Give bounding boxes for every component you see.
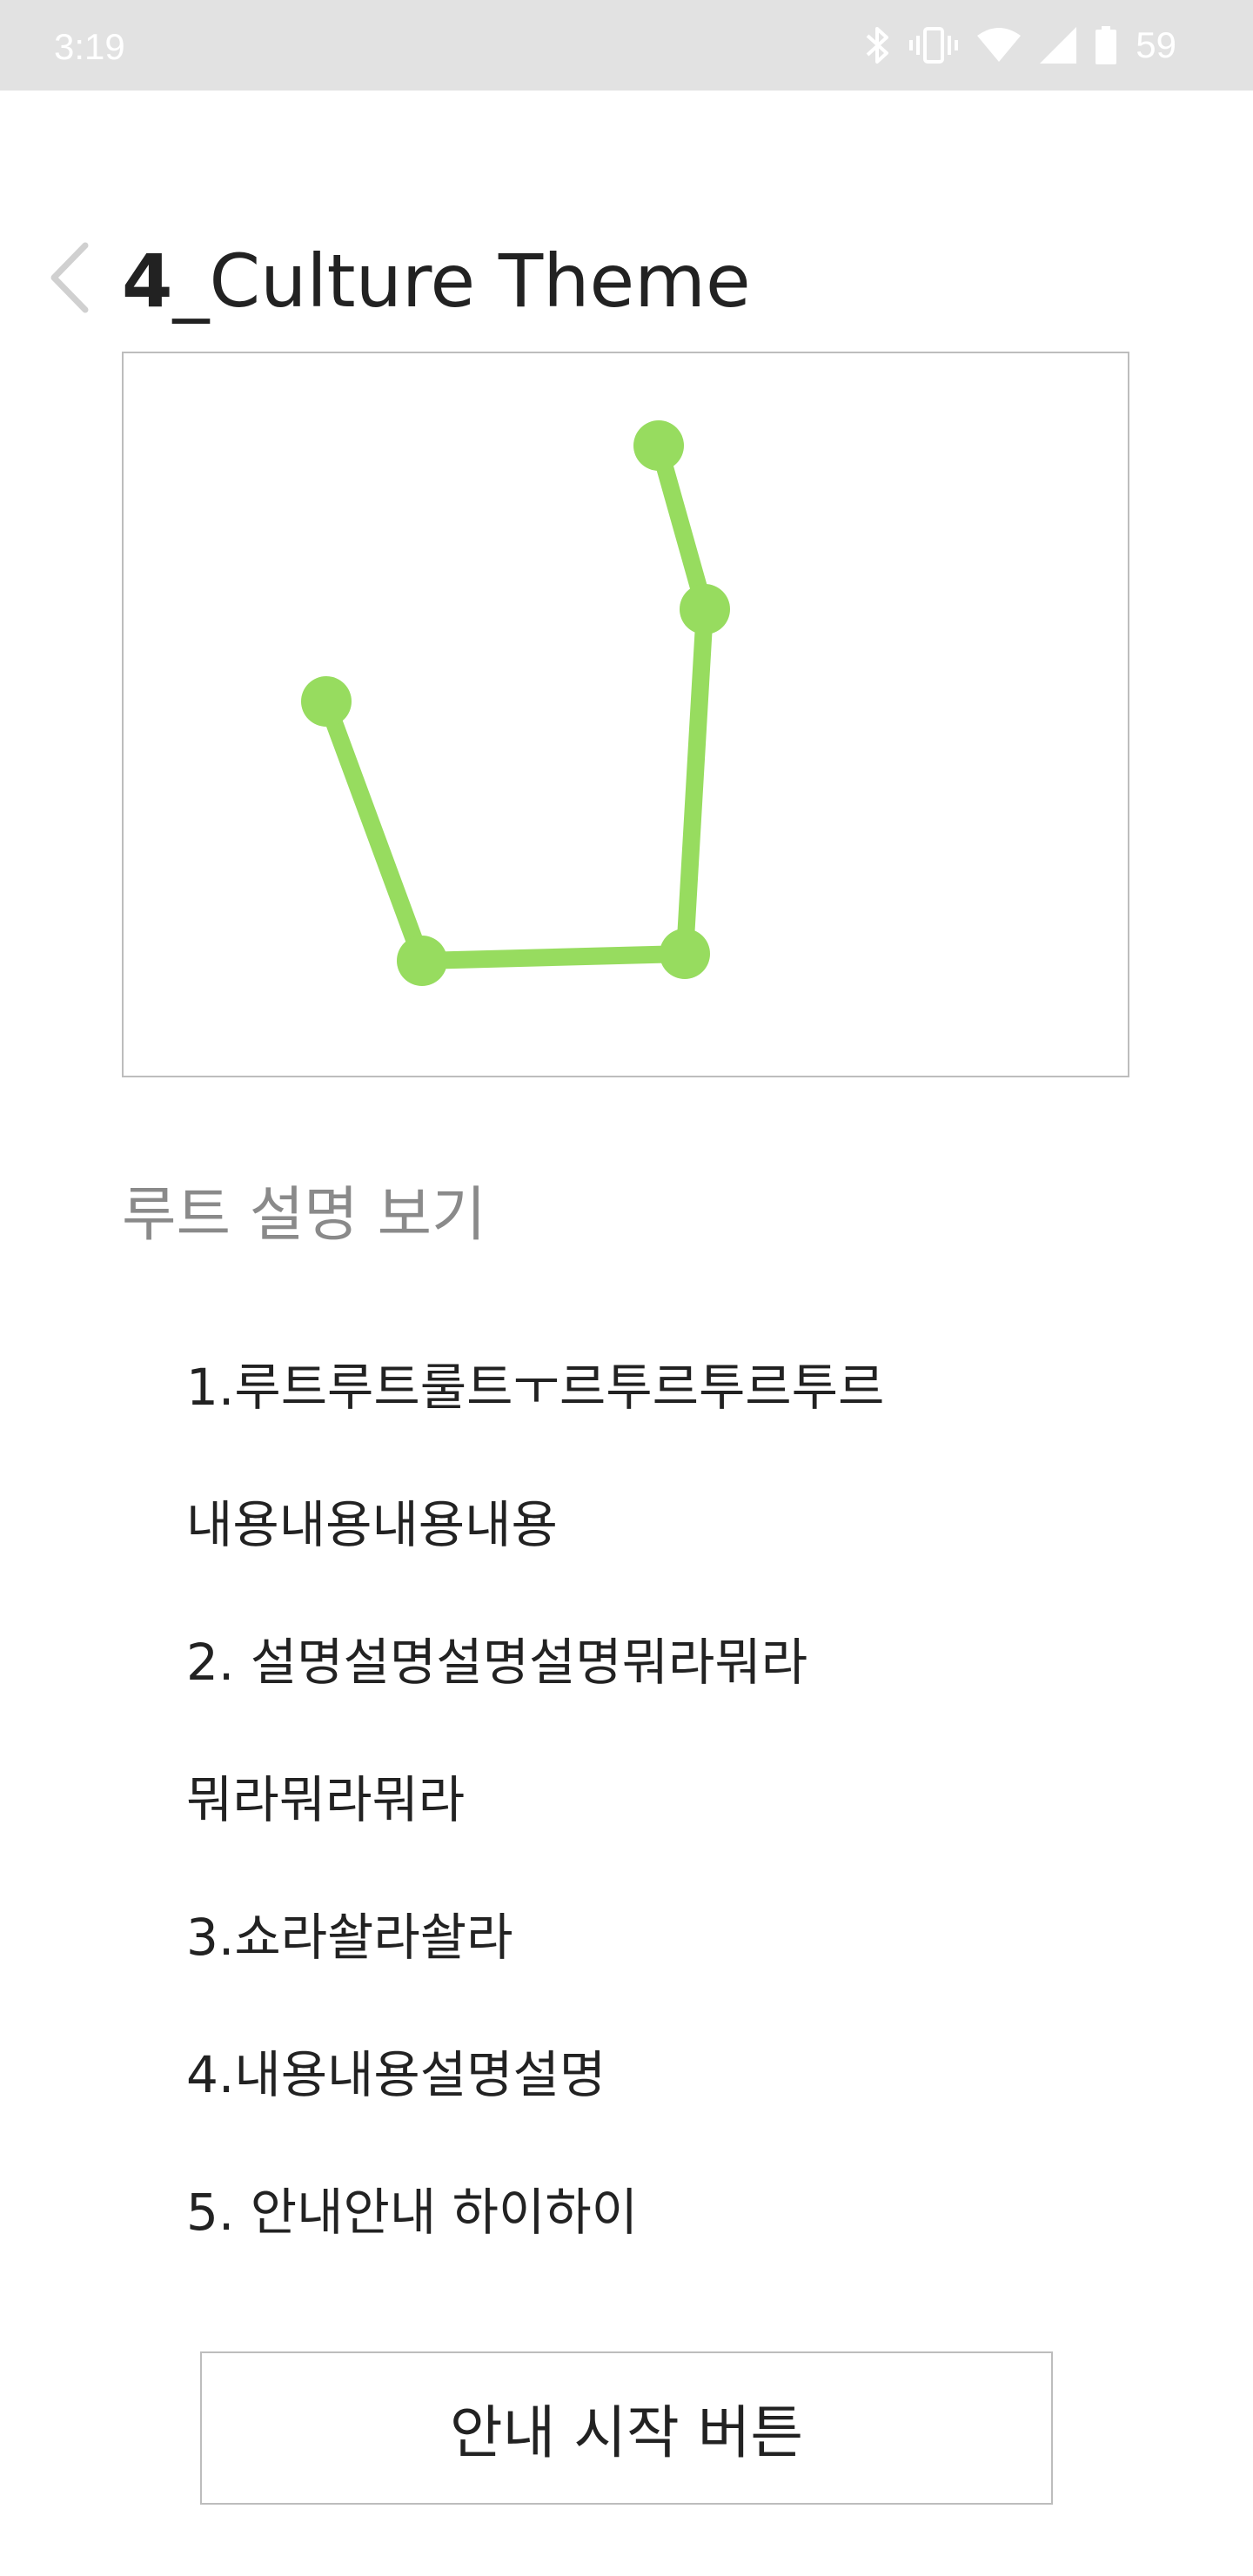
battery-percent: 59 [1136, 24, 1176, 65]
list-item: 2. 설명설명설명설명뭐라뭐라 [186, 1633, 808, 1692]
chevron-left-icon [45, 242, 97, 320]
route-map-canvas [301, 420, 730, 986]
signal-icon [1040, 27, 1077, 64]
list-item: 5. 안내안내 하이하이 [186, 2183, 639, 2242]
vibrate-icon [909, 25, 959, 65]
list-item: 3.쇼라솰라솰라 [186, 1908, 513, 1967]
status-time: 3:19 [54, 26, 125, 67]
route-point-3 [660, 929, 710, 979]
route-description-heading: 루트 설명 보기 [122, 1181, 486, 1250]
page-title-text: _Culture Theme [172, 238, 751, 324]
route-point-4 [680, 584, 730, 634]
back-button[interactable] [45, 238, 97, 317]
route-point-2 [397, 936, 447, 986]
wifi-icon [977, 27, 1022, 64]
route-point-1 [301, 676, 352, 727]
status-icons: 59 [864, 23, 1176, 68]
page-title-number: 4 [122, 238, 173, 324]
status-bar: 3:19 59 [0, 0, 1253, 91]
route-point-5 [633, 420, 684, 471]
start-guide-button-label: 안내 시작 버튼 [449, 2399, 804, 2466]
route-path [301, 420, 730, 986]
battery-icon [1096, 26, 1117, 64]
start-guide-button[interactable]: 안내 시작 버튼 [200, 2351, 1053, 2505]
route-line [318, 437, 714, 969]
page-title: 4_Culture Theme [122, 233, 751, 329]
route-map [122, 352, 1129, 1077]
list-item: 뭐라뭐라뭐라 [186, 1770, 466, 1829]
list-item: 4.내용내용설명설명 [186, 2045, 606, 2104]
route-description-list: 1.루트루트룰트ㅜ르투르투르투르 내용내용내용내용 2. 설명설명설명설명뭐라뭐… [186, 1352, 884, 2315]
list-item: 1.루트루트룰트ㅜ르투르투르투르 [186, 1358, 885, 1417]
bluetooth-icon [864, 25, 890, 65]
list-item: 내용내용내용내용 [186, 1495, 558, 1554]
